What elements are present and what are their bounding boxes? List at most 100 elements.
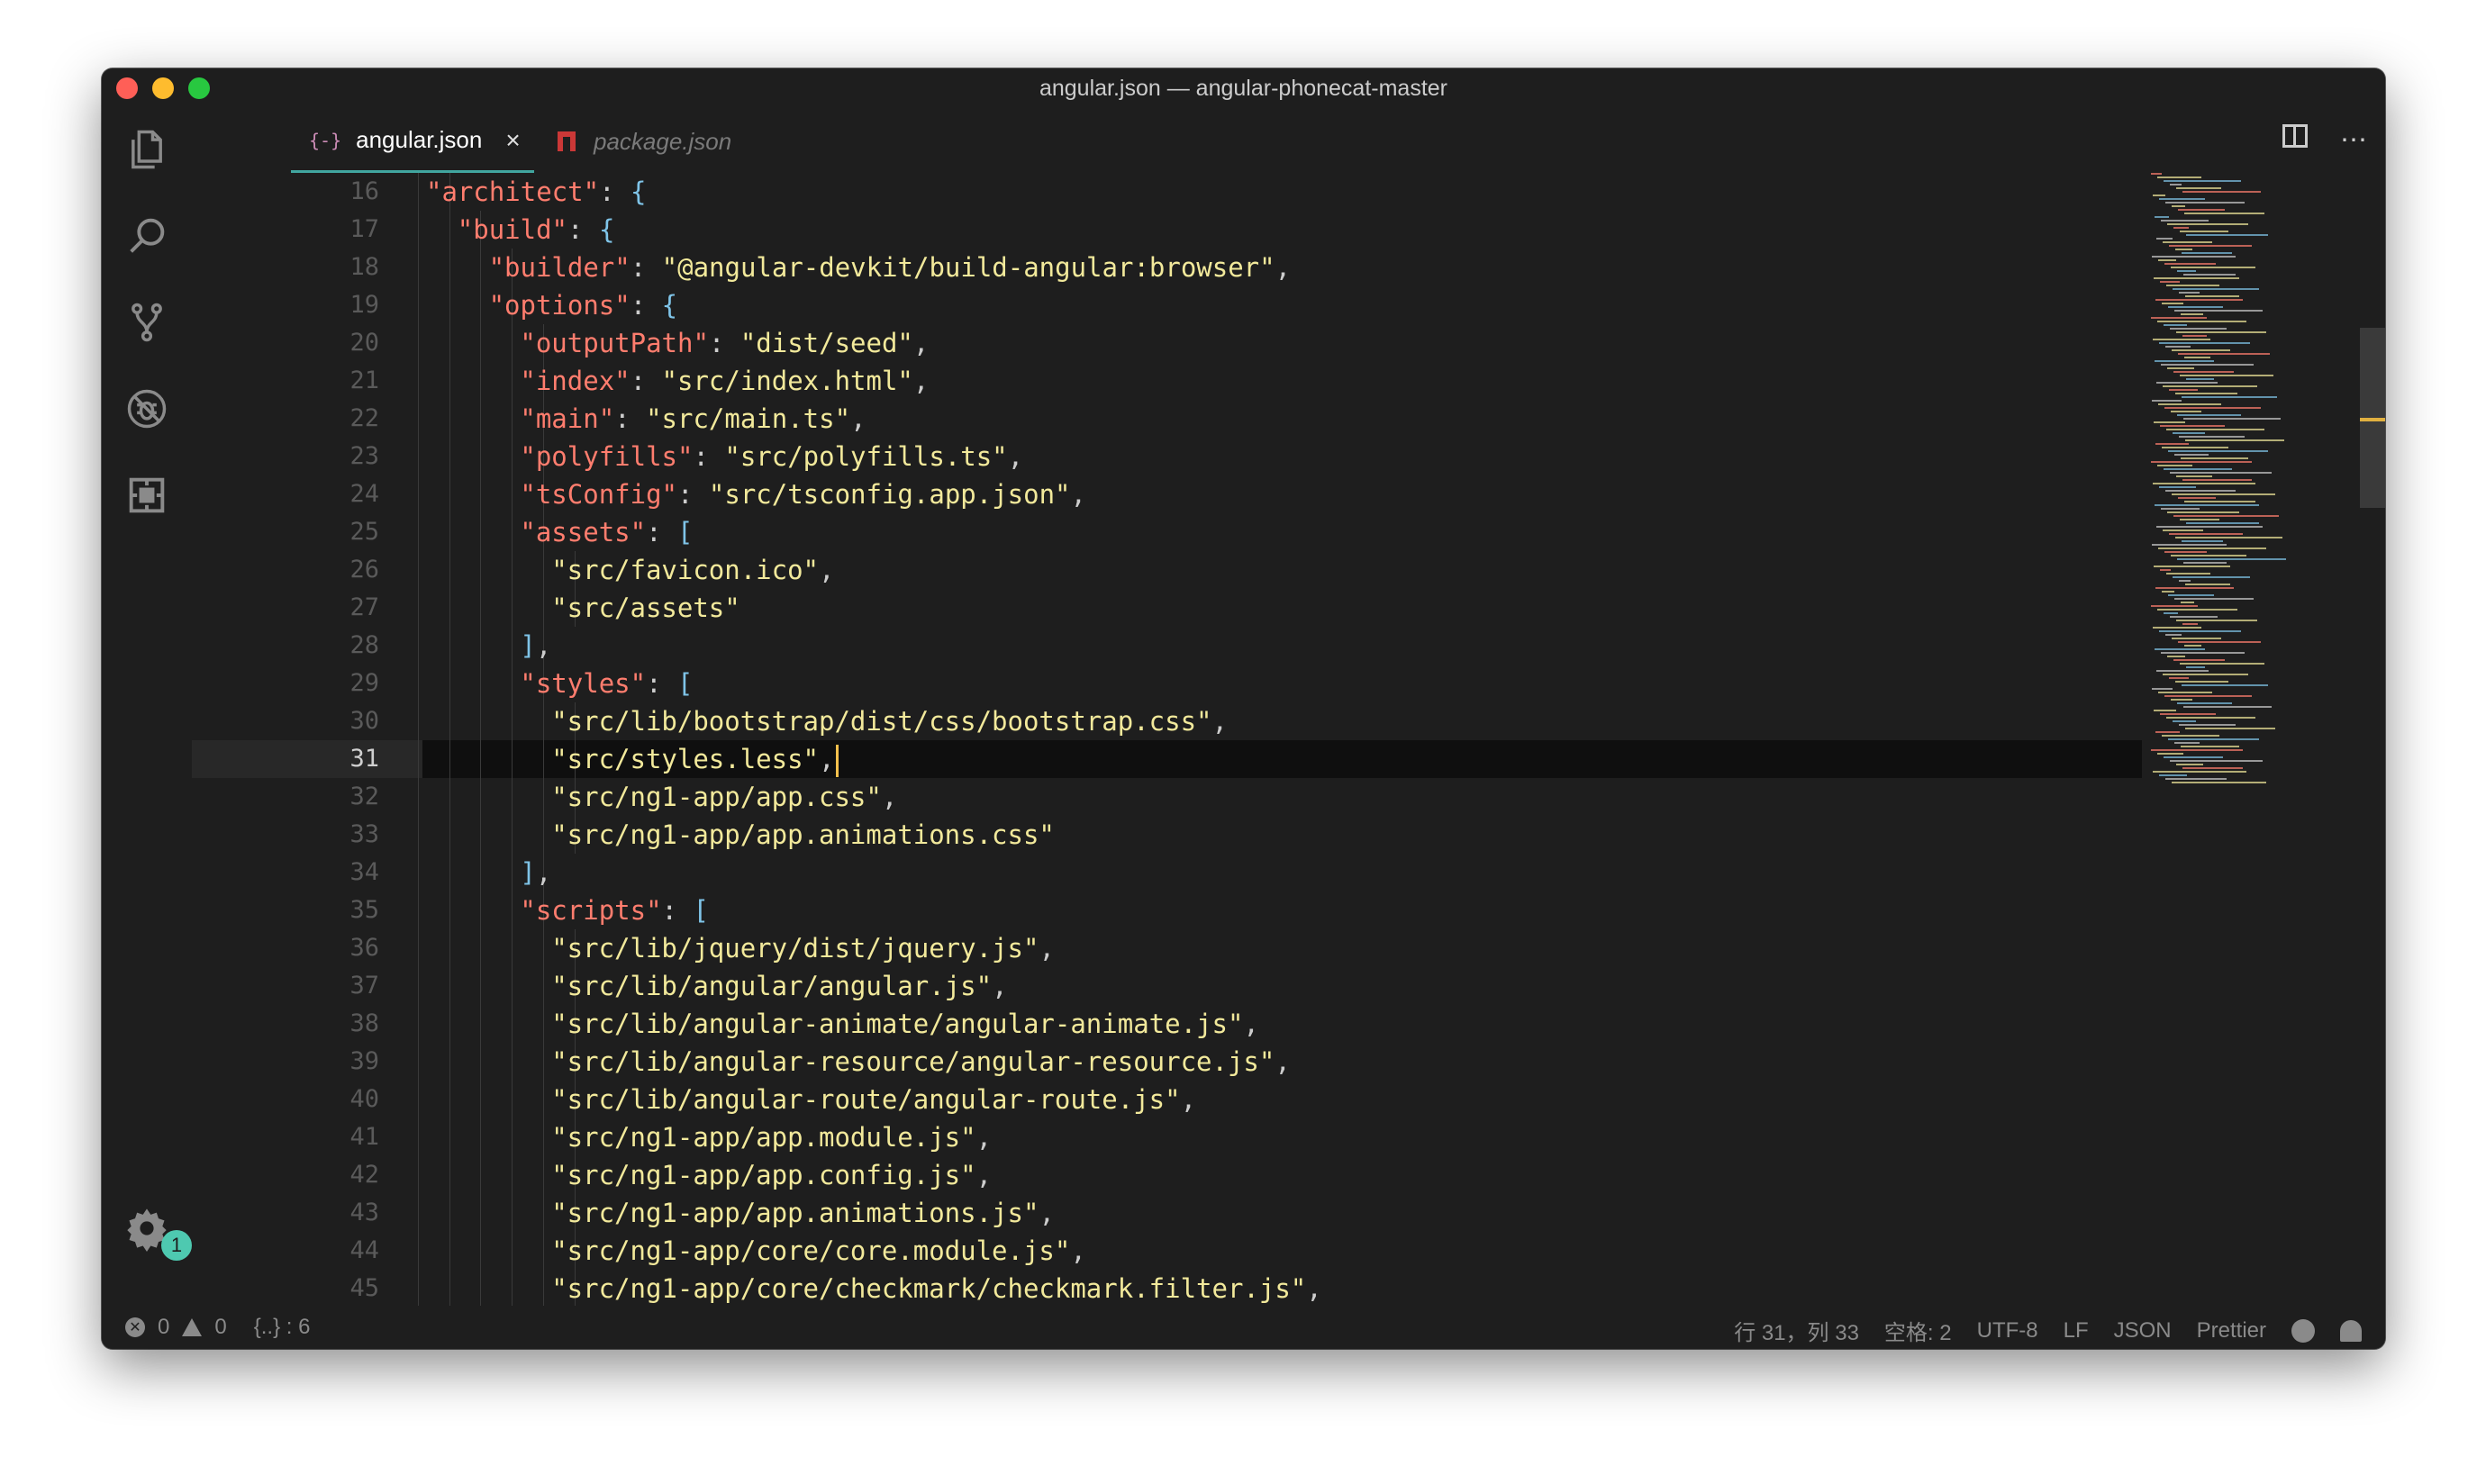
indent-guide [449, 967, 450, 1005]
minimap[interactable] [2142, 173, 2322, 1306]
notifications-bell-icon[interactable] [2340, 1319, 2362, 1342]
code-line[interactable]: 32 "src/ng1-app/app.css", [192, 778, 2142, 816]
code-line-content: ], [417, 627, 2142, 665]
formatter[interactable]: Prettier [2197, 1318, 2266, 1344]
code-line[interactable]: 39 "src/lib/angular-resource/angular-reso… [192, 1043, 2142, 1081]
code-line[interactable]: 38 "src/lib/angular-animate/angular-anima… [192, 1005, 2142, 1043]
end-of-line[interactable]: LF [2064, 1318, 2089, 1344]
code-line[interactable]: 17 "build": { [192, 211, 2142, 249]
minimap-line [2158, 547, 2266, 549]
indent-guide [417, 551, 419, 589]
code-line[interactable]: 29 "styles": [ [192, 665, 2142, 702]
language-mode[interactable]: JSON [2114, 1318, 2172, 1344]
indent-guide [480, 665, 482, 702]
debug-icon[interactable] [120, 382, 174, 436]
code-line[interactable]: 25 "assets": [ [192, 513, 2142, 551]
file-encoding[interactable]: UTF-8 [1977, 1318, 2038, 1344]
code-line[interactable]: 30 "src/lib/bootstrap/dist/css/bootstrap.… [192, 702, 2142, 740]
minimap-line [2155, 443, 2189, 445]
json-bracket: ] [520, 857, 536, 888]
indent-guide [417, 1118, 419, 1156]
tab-angular-json[interactable]: {-} angular.json × [291, 110, 534, 173]
error-icon[interactable]: ✕ [125, 1317, 145, 1337]
code-line-content: "src/ng1-app/app.module.js", [417, 1118, 2142, 1156]
settings-gear-icon[interactable]: 1 [120, 1201, 192, 1261]
json-symbol-count[interactable]: {..} : 6 [254, 1315, 311, 1340]
code-line[interactable]: 31 "src/styles.less", [192, 740, 2142, 778]
json-punctuation: , [819, 555, 835, 585]
more-actions-icon[interactable]: ⋯ [2340, 124, 2367, 156]
split-editor-icon[interactable] [2282, 124, 2308, 148]
code-line[interactable]: 40 "src/lib/angular-route/angular-route.j… [192, 1081, 2142, 1118]
json-string: "src/lib/jquery/dist/jquery.js" [551, 933, 1039, 964]
error-count[interactable]: 0 [158, 1315, 169, 1340]
code-line[interactable]: 26 "src/favicon.ico", [192, 551, 2142, 589]
indent-guide [449, 778, 450, 816]
minimap-line [2165, 346, 2191, 348]
code-line[interactable]: 28], [192, 627, 2142, 665]
feedback-smiley-icon[interactable] [2291, 1318, 2315, 1343]
warning-count[interactable]: 0 [214, 1315, 226, 1340]
indent-guide [543, 740, 544, 778]
minimap-line [2181, 746, 2239, 747]
code-text: "src/ng1-app/app.animations.js", [551, 1194, 1055, 1232]
indent-guide [512, 665, 513, 702]
code-line[interactable]: 45 "src/ng1-app/core/checkmark/checkmark.… [192, 1270, 2142, 1306]
code-line[interactable]: 36 "src/lib/jquery/dist/jquery.js", [192, 929, 2142, 967]
indentation[interactable]: 空格: 2 [1884, 1315, 1952, 1346]
code-line[interactable]: 24 "tsConfig": "src/tsconfig.app.json", [192, 475, 2142, 513]
extensions-icon[interactable] [120, 468, 174, 522]
indent-guide [512, 324, 513, 362]
code-text: "src/lib/angular-route/angular-route.js"… [551, 1081, 1196, 1118]
code-editor[interactable]: 16 "architect": {17 "build": {18 "builder":… [192, 173, 2385, 1306]
indent-guide [512, 362, 513, 400]
json-string: "src/ng1-app/app.config.js" [551, 1160, 976, 1190]
minimap-line [2173, 371, 2234, 373]
cursor-position[interactable]: 行 31，列 33 [1734, 1315, 1859, 1346]
code-line[interactable]: 18 "builder": "@angular-devkit/build-angu… [192, 249, 2142, 286]
line-number: 21 [349, 366, 379, 394]
code-line[interactable]: 19 "options": { [192, 286, 2142, 324]
json-punctuation: , [1039, 1198, 1055, 1228]
code-line[interactable]: 27 "src/assets" [192, 589, 2142, 627]
close-tab-button[interactable]: × [505, 126, 520, 155]
indent-guide [449, 891, 450, 929]
minimap-line [2163, 241, 2212, 243]
json-string: "src/index.html" [661, 366, 913, 396]
code-line[interactable]: 34], [192, 854, 2142, 891]
minimap-line [2171, 411, 2201, 412]
minimap-line [2156, 382, 2218, 384]
search-icon[interactable] [120, 209, 174, 263]
indent-guide [417, 702, 419, 740]
code-text: "src/ng1-app/app.config.js", [551, 1156, 992, 1194]
minimap-line [2165, 778, 2227, 780]
minimap-line [2155, 587, 2234, 589]
code-line[interactable]: 41 "src/ng1-app/app.module.js", [192, 1118, 2142, 1156]
indent-guide [449, 702, 450, 740]
minimap-line [2182, 335, 2207, 337]
code-line[interactable]: 23 "polyfills": "src/polyfills.ts", [192, 438, 2142, 475]
code-line[interactable]: 43 "src/ng1-app/app.animations.js", [192, 1194, 2142, 1232]
code-line[interactable]: 16 "architect": { [192, 173, 2142, 211]
code-line[interactable]: 33 "src/ng1-app/app.animations.css" [192, 816, 2142, 854]
explorer-icon[interactable] [120, 122, 174, 176]
code-line[interactable]: 21 "index": "src/index.html", [192, 362, 2142, 400]
indent-guide [449, 1194, 450, 1232]
minimap-line [2174, 598, 2254, 600]
indent-guide [417, 627, 419, 665]
minimap-line [2182, 396, 2277, 398]
tab-package-json[interactable]: package.json [543, 110, 777, 173]
source-control-icon[interactable] [120, 295, 174, 349]
minimap-line [2152, 256, 2236, 258]
code-line[interactable]: 42 "src/ng1-app/app.config.js", [192, 1156, 2142, 1194]
code-line[interactable]: 37 "src/lib/angular/angular.js", [192, 967, 2142, 1005]
code-line[interactable]: 22 "main": "src/main.ts", [192, 400, 2142, 438]
indent-guide [449, 400, 450, 438]
warning-icon[interactable] [182, 1318, 203, 1336]
code-line[interactable]: 20 "outputPath": "dist/seed", [192, 324, 2142, 362]
minimap-line [2153, 483, 2255, 484]
line-number: 45 [349, 1274, 379, 1302]
code-line[interactable]: 44 "src/ng1-app/core/core.module.js", [192, 1232, 2142, 1270]
json-punctuation: , [881, 782, 898, 812]
code-line[interactable]: 35 "scripts": [ [192, 891, 2142, 929]
